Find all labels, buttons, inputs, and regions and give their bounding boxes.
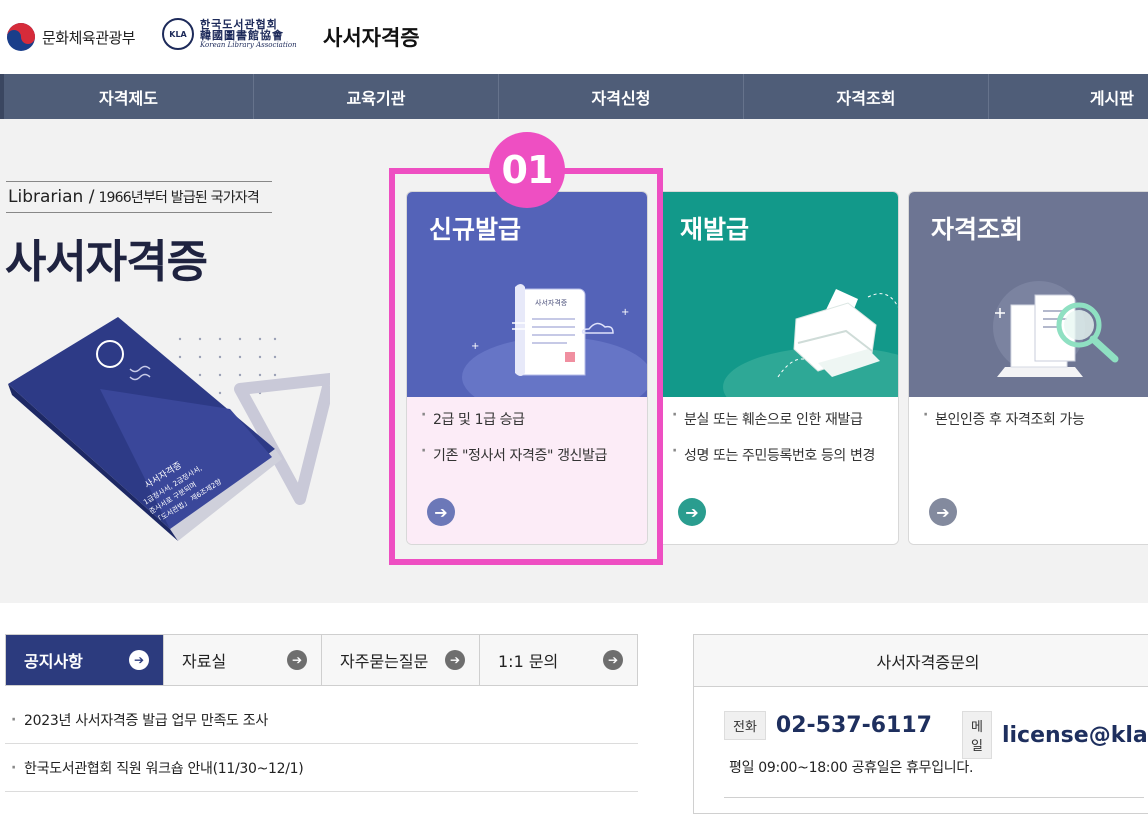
- office-hours: 평일 09:00~18:00 공휴일은 휴무입니다.: [729, 760, 974, 776]
- arrow-right-icon: ➔: [445, 650, 465, 670]
- printer-icon: [723, 289, 898, 397]
- phone-chip: 전화: [724, 711, 766, 740]
- card-title: 자격조회: [931, 215, 1024, 244]
- arrow-right-icon: ➔: [603, 650, 623, 670]
- card-reissue[interactable]: 재발급 분실 또는 훼손으로 인한 재발급 성명 또는 주민등록번호 등의 변경…: [657, 191, 899, 545]
- tab-inquiry[interactable]: 1:1 문의 ➔: [480, 635, 637, 685]
- list-item[interactable]: · 2023년 사서자격증 발급 업무 만족도 조사: [5, 696, 638, 744]
- taeguk-logo-icon: [7, 23, 35, 51]
- arrow-right-icon: ➔: [129, 650, 149, 670]
- card-title: 재발급: [680, 215, 750, 244]
- arrow-right-icon: ➔: [287, 650, 307, 670]
- site-title[interactable]: 사서자격증: [323, 22, 420, 52]
- contact-box: 사서자격증문의 전화 02-537-6117 메일 license@kla.kr…: [693, 634, 1148, 814]
- card-highlight-frame: [389, 168, 663, 565]
- list-item: 성명 또는 주민등록번호 등의 변경: [672, 443, 898, 465]
- site-header: 문화체육관광부 KLA 한국도서관협회 韓國圖書館協會 Korean Libra…: [0, 0, 1148, 74]
- magnifier-icon: [993, 281, 1119, 377]
- nav-item-board[interactable]: 게시판: [989, 74, 1148, 119]
- book-illustration: 사서자격증 1급정사서, 2급정사서, 준사서로 구분되며 「도서관법」 제6조…: [8, 317, 330, 541]
- kla-logo[interactable]: KLA 한국도서관협회 韓國圖書館協會 Korean Library Assoc…: [162, 18, 297, 50]
- ministry-logo[interactable]: 문화체육관광부: [6, 22, 136, 52]
- tab-resources[interactable]: 자료실 ➔: [164, 635, 322, 685]
- nav-item-qualification-system[interactable]: 자격제도: [0, 74, 254, 119]
- tab-notice[interactable]: 공지사항 ➔: [6, 635, 164, 685]
- card-lookup[interactable]: 자격조회 본인인증 후 자격조회 가능 ➔: [908, 191, 1148, 545]
- notice-list: · 2023년 사서자격증 발급 업무 만족도 조사 · 한국도서관협회 직원 워크…: [5, 696, 638, 792]
- card-items: 분실 또는 훼손으로 인한 재발급 성명 또는 주민등록번호 등의 변경: [658, 397, 898, 465]
- kla-seal-icon: KLA: [162, 18, 194, 50]
- step-badge: 01: [489, 132, 565, 208]
- mail-chip: 메일: [962, 711, 992, 759]
- nav-item-apply[interactable]: 자격신청: [499, 74, 744, 119]
- nav-item-lookup[interactable]: 자격조회: [744, 74, 989, 119]
- list-item[interactable]: · 한국도서관협회 직원 워크숍 안내(11/30~12/1): [5, 744, 638, 792]
- tab-faq[interactable]: 자주묻는질문 ➔: [322, 635, 480, 685]
- ministry-label: 문화체육관광부: [42, 28, 136, 47]
- hero-subtitle: Librarian / 1966년부터 발급된 국가자격: [6, 181, 272, 213]
- arrow-right-icon[interactable]: ➔: [929, 498, 957, 526]
- arrow-right-icon[interactable]: ➔: [678, 498, 706, 526]
- contact-heading: 사서자격증문의: [694, 635, 1148, 687]
- hero-title: 사서자격증: [5, 235, 208, 288]
- kla-english-name: Korean Library Association: [200, 40, 297, 49]
- list-item: 분실 또는 훼손으로 인한 재발급: [672, 407, 898, 429]
- nav-item-education[interactable]: 교육기관: [254, 74, 499, 119]
- main-nav: 자격제도 교육기관 자격신청 자격조회 게시판: [0, 74, 1148, 119]
- mail-address[interactable]: license@kla.kr: [1002, 723, 1148, 748]
- phone-number[interactable]: 02-537-6117: [776, 713, 932, 738]
- card-items: 본인인증 후 자격조회 가능: [909, 397, 1148, 429]
- board-tabs: 공지사항 ➔ 자료실 ➔ 자주묻는질문 ➔ 1:1 문의 ➔: [5, 634, 638, 686]
- divider: [724, 797, 1144, 798]
- list-item: 본인인증 후 자격조회 가능: [923, 407, 1148, 429]
